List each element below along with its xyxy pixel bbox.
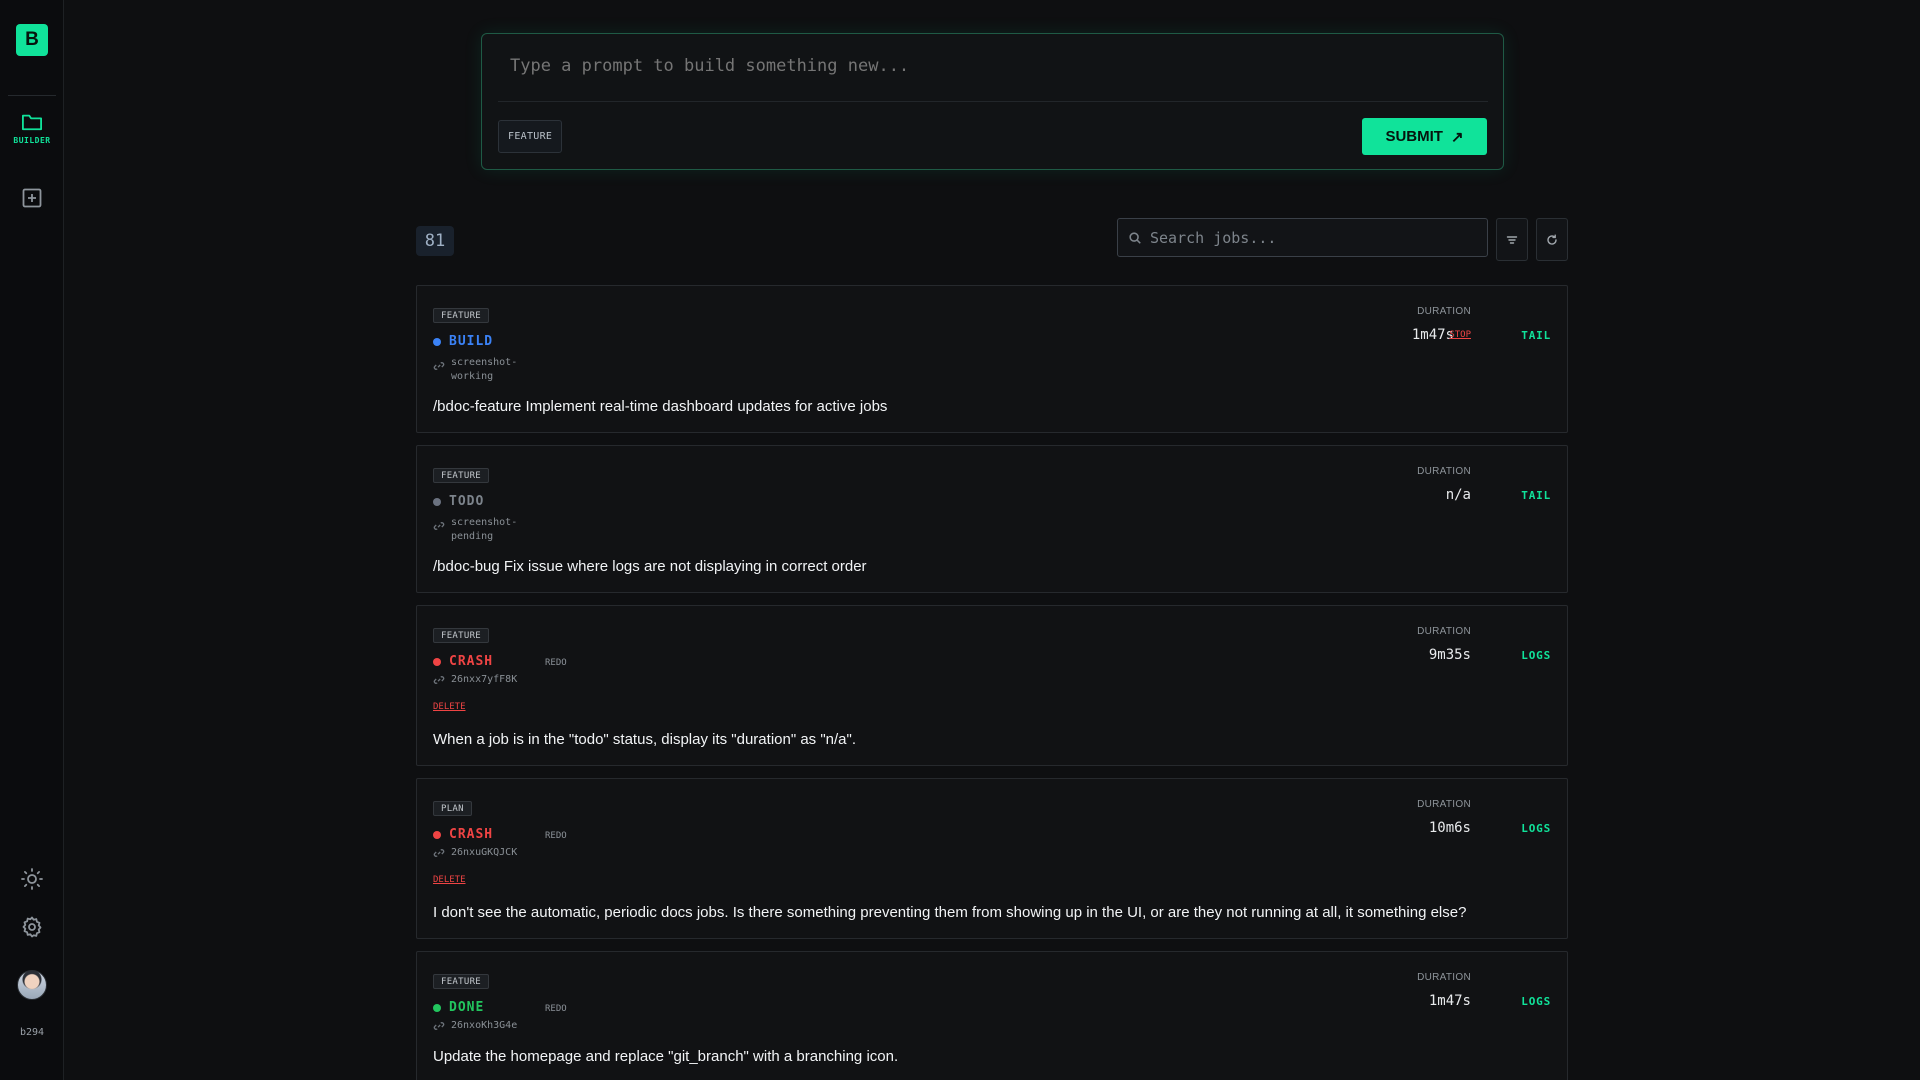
tail-button[interactable]: TAIL: [1521, 489, 1551, 502]
job-description: Update the homepage and replace "git_bra…: [433, 1048, 899, 1065]
duration-label: DURATION: [1417, 799, 1471, 810]
duration-value: 1m47s: [1411, 327, 1454, 343]
search-box: [1117, 218, 1488, 257]
job-description: /bdoc-bug Fix issue where logs are not d…: [433, 558, 867, 575]
logs-button[interactable]: LOGS: [1521, 822, 1551, 835]
duration-label: DURATION: [1417, 306, 1471, 317]
status-text: TODO: [449, 494, 485, 509]
search-icon: [1129, 231, 1141, 244]
sidebar-item-label: BUILDER: [13, 136, 51, 145]
job-status: CRASH: [433, 827, 493, 842]
duration-value: n/a: [1445, 487, 1471, 503]
filter-button[interactable]: [1496, 218, 1528, 261]
submit-label: SUBMIT: [1385, 128, 1443, 145]
refresh-button[interactable]: [1536, 218, 1568, 261]
branch-name[interactable]: 26nxuGKQJCK: [451, 846, 517, 860]
folder-icon: [21, 114, 42, 131]
status-text: DONE: [449, 1000, 485, 1015]
status-text: CRASH: [449, 654, 494, 669]
duration-value: 1m47s: [1428, 993, 1471, 1009]
job-count-badge: 81: [416, 226, 454, 256]
link-icon: [433, 849, 445, 857]
status-dot: [433, 657, 441, 666]
status-dot: [433, 497, 441, 506]
sidebar-item-new[interactable]: [20, 186, 44, 210]
prompt-input[interactable]: [510, 56, 1470, 76]
sidebar-divider: [8, 95, 56, 96]
sun-icon: [21, 868, 43, 890]
job-type-badge: FEATURE: [433, 974, 490, 989]
logs-button[interactable]: LOGS: [1521, 649, 1551, 662]
submit-button[interactable]: SUBMIT ↗: [1362, 118, 1487, 155]
link-icon: [433, 676, 445, 684]
sidebar-item-builder[interactable]: BUILDER: [0, 112, 64, 156]
version-label: b294: [19, 1027, 45, 1038]
status-dot: [433, 1003, 441, 1012]
link-icon: [433, 1022, 445, 1030]
branch-name: working: [451, 371, 494, 382]
job-card[interactable]: FEATURE DONE REDO 26nxoKh3G4e Update the…: [416, 951, 1568, 1080]
delete-button[interactable]: DELETE: [433, 875, 466, 885]
gear-icon: [22, 916, 42, 938]
link-icon: [433, 362, 445, 370]
job-card[interactable]: FEATURE CRASH REDO 26nxx7yfF8K DELETE Wh…: [416, 605, 1568, 766]
branch-name[interactable]: 26nxoKh3G4e: [451, 1019, 517, 1033]
status-text: BUILD: [449, 334, 494, 349]
status-dot: [433, 337, 441, 346]
branch-name: screenshot-: [451, 517, 518, 528]
duration-label: DURATION: [1417, 466, 1471, 477]
job-card[interactable]: FEATURE BUILD screenshot- working /bdoc-…: [416, 285, 1568, 433]
plus-square-icon: [22, 188, 42, 208]
delete-button[interactable]: DELETE: [433, 702, 466, 712]
status-dot: [433, 830, 441, 839]
stop-button[interactable]: STOP: [1449, 330, 1471, 340]
job-status: DONE: [433, 1000, 484, 1015]
duration-value: 9m35s: [1428, 647, 1471, 663]
branch-name: pending: [451, 531, 494, 542]
job-branch: screenshot- pending: [433, 516, 517, 544]
tail-button[interactable]: TAIL: [1521, 329, 1551, 342]
job-status: TODO: [433, 494, 484, 509]
job-description: I don't see the automatic, periodic docs…: [433, 904, 1467, 921]
prompt-divider: [498, 101, 1488, 102]
prompt-panel: FEATURE SUBMIT ↗: [481, 33, 1504, 170]
logs-button[interactable]: LOGS: [1521, 995, 1551, 1008]
branch-name[interactable]: 26nxx7yfF8K: [451, 673, 517, 687]
branch-name: screenshot-: [451, 357, 518, 368]
prompt-type-select[interactable]: FEATURE: [498, 120, 563, 153]
settings-button[interactable]: [20, 915, 44, 939]
link-icon: [433, 522, 445, 530]
search-input[interactable]: [1150, 228, 1470, 247]
avatar[interactable]: [17, 970, 47, 1000]
redo-button[interactable]: REDO: [545, 658, 567, 668]
duration-label: DURATION: [1417, 626, 1471, 637]
job-branch: 26nxoKh3G4e: [433, 1019, 517, 1033]
job-branch: 26nxx7yfF8K: [433, 673, 517, 687]
duration-value: 10m6s: [1428, 820, 1471, 836]
arrow-up-right-icon: ↗: [1450, 128, 1464, 146]
job-status: BUILD: [433, 334, 493, 349]
job-branch: 26nxuGKQJCK: [433, 846, 517, 860]
status-text: CRASH: [449, 827, 494, 842]
job-type-badge: PLAN: [433, 801, 472, 816]
job-type-badge: FEATURE: [433, 468, 490, 483]
app-logo[interactable]: B: [16, 24, 48, 56]
filter-icon: [1506, 235, 1518, 244]
job-card[interactable]: PLAN CRASH REDO 26nxuGKQJCK DELETE I don…: [416, 778, 1568, 939]
job-type-badge: FEATURE: [433, 308, 490, 323]
job-branch: screenshot- working: [433, 356, 517, 384]
job-description: /bdoc-feature Implement real-time dashbo…: [433, 398, 888, 415]
job-status: CRASH: [433, 654, 493, 669]
redo-button[interactable]: REDO: [545, 831, 567, 841]
job-type-badge: FEATURE: [433, 628, 490, 643]
sidebar: B BUILDER b294: [0, 0, 64, 1080]
job-description: When a job is in the "todo" status, disp…: [433, 731, 857, 748]
refresh-icon: [1547, 234, 1557, 245]
job-card[interactable]: FEATURE TODO screenshot- pending /bdoc-b…: [416, 445, 1568, 593]
redo-button[interactable]: REDO: [545, 1004, 567, 1014]
theme-toggle[interactable]: [20, 867, 44, 891]
duration-label: DURATION: [1417, 972, 1471, 983]
